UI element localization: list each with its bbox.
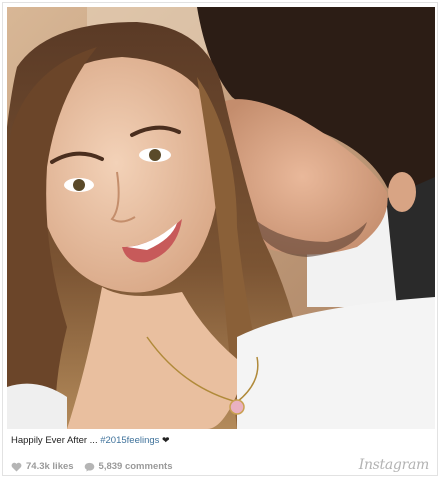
comments-stat[interactable]: 5,839 comments: [84, 461, 173, 472]
likes-stat[interactable]: 74.3k likes: [11, 461, 74, 472]
heart-emoji-icon: ❤: [162, 435, 170, 445]
instagram-logo[interactable]: Instagram: [359, 457, 430, 473]
hashtag-link[interactable]: #2015feelings: [100, 435, 159, 446]
caption-text: Happily Ever After ...: [11, 435, 101, 446]
post-stats: 74.3k likes 5,839 comments: [11, 461, 182, 472]
post-photo[interactable]: [7, 7, 435, 429]
likes-count: 74.3k likes: [26, 461, 74, 472]
comments-count: 5,839 comments: [98, 461, 173, 472]
post-caption: Happily Ever After ... #2015feelings ❤: [11, 435, 170, 446]
comment-bubble-icon: [84, 462, 94, 472]
heart-icon: [11, 462, 22, 472]
instagram-post-card: Happily Ever After ... #2015feelings ❤ 7…: [2, 2, 438, 476]
